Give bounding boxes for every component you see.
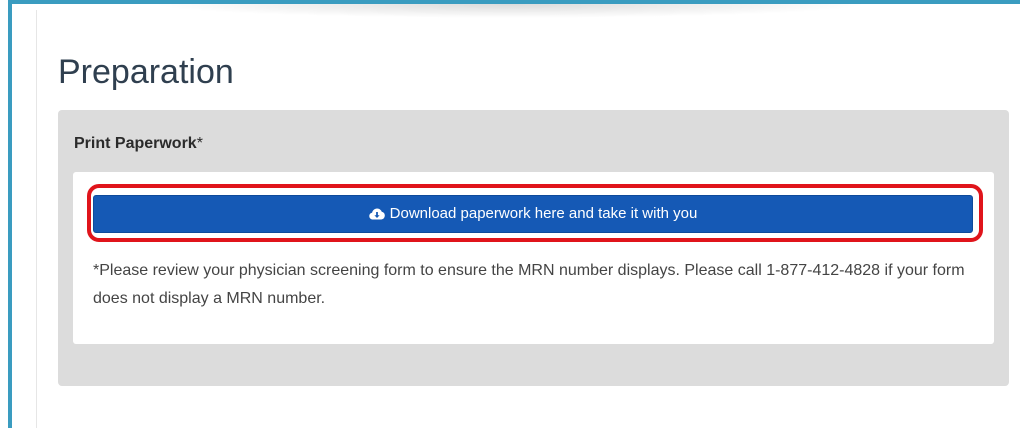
panel-heading-label: Print Paperwork [74,135,197,152]
page-frame: Preparation Print Paperwork* Download pa… [0,0,1020,428]
content-divider [36,10,37,428]
required-marker: * [196,135,203,152]
mrn-note: *Please review your physician screening … [93,262,965,307]
print-paperwork-panel: Print Paperwork* Download paperwork here… [58,110,1009,386]
download-button-label: Download paperwork here and take it with… [389,205,698,222]
cloud-download-icon [368,208,385,220]
paperwork-card: Download paperwork here and take it with… [73,172,994,344]
download-paperwork-button[interactable]: Download paperwork here and take it with… [93,195,973,233]
frame-top-shadow [150,4,870,18]
frame-left-border [8,0,12,428]
page-title: Preparation [58,53,234,91]
panel-heading: Print Paperwork* [74,135,203,153]
